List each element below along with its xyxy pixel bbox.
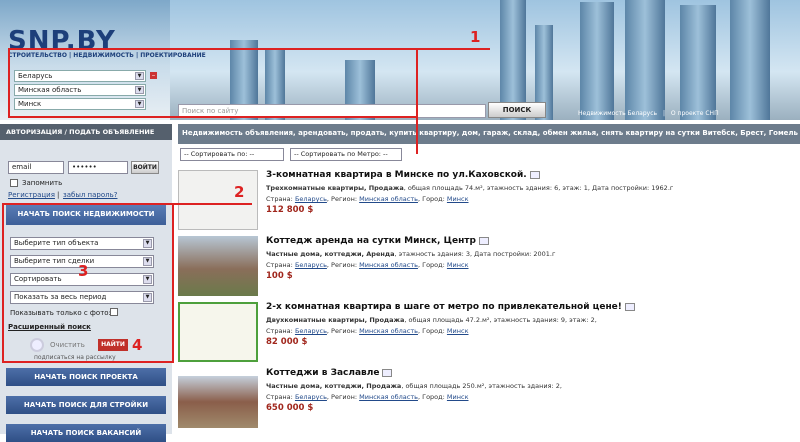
annotation-line [418, 48, 490, 50]
listing-category: Двухкомнатные квартиры, Продажа [266, 316, 405, 324]
country-link[interactable]: Беларусь [295, 327, 327, 335]
city-label: , Город: [417, 261, 445, 269]
keywords-bar: Недвижимость объявления, арендовать, про… [178, 124, 800, 144]
sort-by-metro-select[interactable]: -- Сортировать по Метро: -- [290, 148, 402, 161]
listing-price: 100 $ [266, 271, 293, 281]
list-item[interactable]: Коттедж аренда на сутки Минск, Центр Час… [178, 236, 800, 296]
floor-plan-image[interactable] [178, 170, 258, 230]
region-label: , Регион: [326, 195, 358, 203]
start-build-search-button[interactable]: НАЧАТЬ ПОИСК ДЛЯ СТРОЙКИ [6, 396, 166, 414]
sort-by-select[interactable]: -- Сортировать по: -- [180, 148, 284, 161]
start-jobs-search-button[interactable]: НАЧАТЬ ПОИСК ВАКАНСИЙ [6, 424, 166, 442]
region-label: , Регион: [326, 327, 358, 335]
city-label: , Город: [417, 327, 445, 335]
floor-plan-image[interactable] [178, 302, 258, 362]
country-label: Страна: [266, 195, 293, 203]
cottage-image[interactable] [178, 236, 258, 296]
listing-price: 112 800 $ [266, 205, 314, 215]
listing-title[interactable]: 2-х комнатная квартира в шаге от метро п… [266, 302, 635, 312]
link-separator: | [57, 191, 60, 199]
annotation-line [416, 118, 418, 154]
listing-title[interactable]: Коттедж аренда на сутки Минск, Центр [266, 236, 489, 246]
listing-details: , общая площадь 47.2.м², этажность здани… [404, 316, 597, 324]
listing-price: 650 000 $ [266, 403, 314, 413]
country-label: Страна: [266, 261, 293, 269]
listing-details: , общая площадь 74.м², этажность здания:… [403, 184, 674, 192]
listing-location: Страна: Беларусь, Регион: Минская област… [266, 261, 469, 269]
list-item[interactable]: 3-комнатная квартира в Минске по ул.Кахо… [178, 170, 800, 230]
listing-details: , этажность здания: 3, Дата постройки: 2… [394, 250, 556, 258]
city-link[interactable]: Минск [447, 261, 469, 269]
city-link[interactable]: Минск [447, 195, 469, 203]
email-field[interactable]: email [8, 161, 64, 174]
listing-description: Частные дома, коттеджи, Аренда, этажност… [266, 250, 555, 258]
listing-title-text: 2-х комнатная квартира в шаге от метро п… [266, 302, 622, 312]
city-label: , Город: [417, 195, 445, 203]
listing-location: Страна: Беларусь, Регион: Минская област… [266, 327, 469, 335]
annotation-number-2: 2 [234, 183, 245, 201]
listing-description: Двухкомнатные квартиры, Продажа, общая п… [266, 316, 597, 324]
city-link[interactable]: Минск [447, 393, 469, 401]
listing-location: Страна: Беларусь, Регион: Минская област… [266, 393, 469, 401]
country-label: Страна: [266, 327, 293, 335]
country-label: Страна: [266, 393, 293, 401]
listing-description: Частные дома, коттеджи, Продажа, общая п… [266, 382, 562, 390]
top-links: Недвижимость Беларусь | О проекте СНП [578, 110, 719, 117]
listing-category: Частные дома, коттеджи, Продажа [266, 382, 402, 390]
annotation-number-1: 1 [470, 28, 481, 46]
listing-location: Страна: Беларусь, Регион: Минская област… [266, 195, 469, 203]
annotation-box-1 [8, 48, 418, 118]
listing-price: 82 000 $ [266, 337, 308, 347]
country-link[interactable]: Беларусь [295, 261, 327, 269]
region-label: , Регион: [326, 393, 358, 401]
listing-category: Трехкомнатные квартиры, Продажа [266, 184, 404, 192]
region-link[interactable]: Минская область [359, 195, 418, 203]
region-link[interactable]: Минская область [359, 261, 418, 269]
photo-icon [624, 302, 635, 311]
list-item[interactable]: 2-х комнатная квартира в шаге от метро п… [178, 302, 800, 362]
listing-category: Частные дома, коттеджи, Аренда [266, 250, 395, 258]
annotation-box-3 [2, 203, 174, 363]
login-button[interactable]: ВОЙТИ [131, 161, 159, 174]
search-button[interactable]: ПОИСК [488, 102, 546, 118]
remember-label: Запомнить [22, 179, 63, 187]
region-link[interactable]: Минская область [359, 327, 418, 335]
listing-title-text: 3-комнатная квартира в Минске по ул.Кахо… [266, 170, 527, 180]
country-link[interactable]: Беларусь [295, 195, 327, 203]
listing-title[interactable]: Коттеджи в Заславле [266, 368, 393, 378]
photo-icon [382, 368, 393, 377]
listing-details: , общая площадь 250.м², этажность здания… [401, 382, 562, 390]
listing-description: Трехкомнатные квартиры, Продажа, общая п… [266, 184, 673, 192]
photo-icon [478, 236, 489, 245]
listing-title-text: Коттеджи в Заславле [266, 368, 380, 378]
remember-checkbox[interactable] [10, 179, 18, 187]
region-label: , Регион: [326, 261, 358, 269]
register-link[interactable]: Регистрация [8, 191, 55, 199]
list-item[interactable]: Коттеджи в Заславле Частные дома, коттед… [178, 368, 800, 428]
city-label: , Город: [417, 393, 445, 401]
login-header: АВТОРИЗАЦИЯ / ПОДАТЬ ОБЪЯВЛЕНИЕ [0, 124, 172, 140]
forgot-password-link[interactable]: забыл пароль? [63, 191, 117, 199]
start-project-search-button[interactable]: НАЧАТЬ ПОИСК ПРОЕКТА [6, 368, 166, 386]
cottages-image[interactable] [178, 376, 258, 428]
photo-icon [529, 170, 540, 179]
link-separator: | [662, 110, 665, 117]
link-about[interactable]: О проекте СНП [671, 110, 719, 117]
country-link[interactable]: Беларусь [295, 393, 327, 401]
listing-title[interactable]: 3-комнатная квартира в Минске по ул.Кахо… [266, 170, 540, 180]
password-field[interactable]: •••••• [68, 161, 128, 174]
annotation-line [172, 203, 252, 205]
listing-title-text: Коттедж аренда на сутки Минск, Центр [266, 236, 476, 246]
annotation-number-3: 3 [78, 262, 89, 280]
region-link[interactable]: Минская область [359, 393, 418, 401]
annotation-number-4: 4 [132, 336, 143, 354]
city-link[interactable]: Минск [447, 327, 469, 335]
link-realty-belarus[interactable]: Недвижимость Беларусь [578, 110, 657, 117]
